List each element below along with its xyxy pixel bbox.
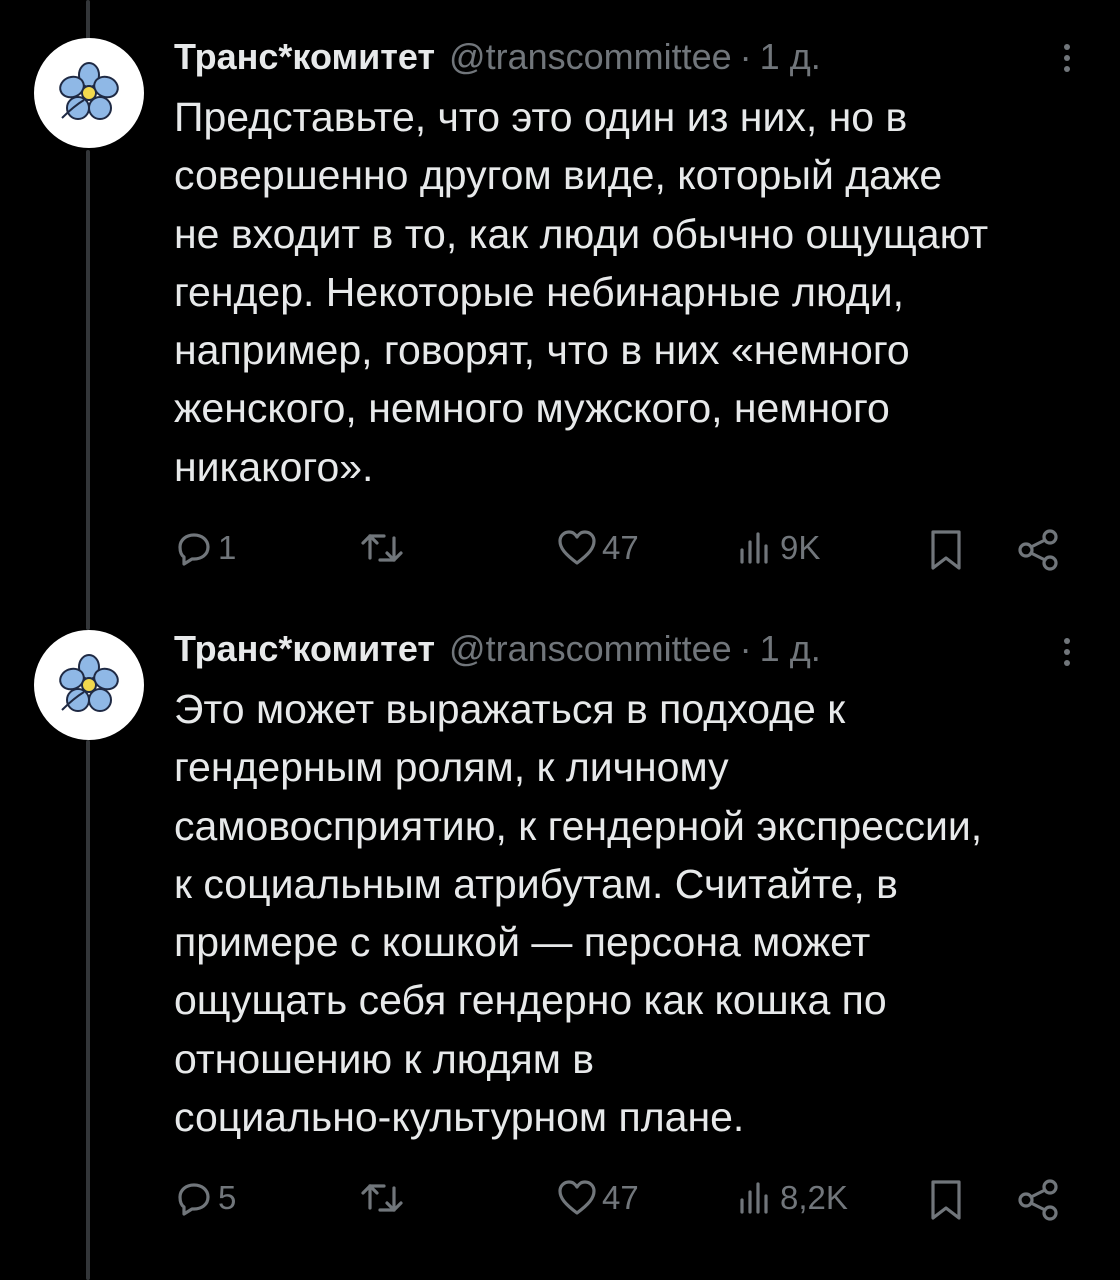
tweet-header: Транс*комитет @transcommittee · 1 д. — [174, 32, 821, 82]
reply-count: 1 — [218, 529, 237, 566]
bookmark-button[interactable] — [928, 1178, 964, 1222]
retweet-button[interactable] — [358, 1178, 406, 1218]
share-icon — [1018, 1179, 1058, 1221]
tweet-text: Представьте, что это один из них, но в с… — [174, 94, 989, 490]
reply-button[interactable]: 5 — [174, 1178, 236, 1218]
tweet-text: Это может выражаться в подходе к гендерн… — [174, 686, 983, 1141]
tweet[interactable]: Транс*комитет @transcommittee · 1 д. Пре… — [0, 0, 1120, 600]
views-button[interactable]: 9K — [736, 528, 820, 568]
forget-me-not-flower-icon — [59, 654, 119, 712]
author-handle[interactable]: @transcommittee — [449, 36, 732, 78]
retweet-icon — [361, 1184, 403, 1212]
tweet-header: Транс*комитет @transcommittee · 1 д. — [174, 624, 821, 674]
share-button[interactable] — [1014, 1178, 1062, 1222]
heart-icon — [558, 1180, 596, 1215]
forget-me-not-flower-icon — [59, 62, 119, 120]
like-count: 47 — [602, 1179, 639, 1216]
views-button[interactable]: 8,2K — [736, 1178, 848, 1218]
timestamp[interactable]: 1 д. — [760, 628, 821, 670]
like-count: 47 — [602, 529, 639, 566]
tweet[interactable]: Транс*комитет @transcommittee · 1 д. Это… — [0, 600, 1120, 1280]
share-icon — [1018, 529, 1058, 571]
views-count: 9K — [780, 529, 821, 566]
separator: · — [739, 628, 752, 669]
author-name[interactable]: Транс*комитет — [174, 628, 435, 670]
bookmark-icon — [931, 1180, 961, 1220]
more-options-button[interactable] — [1052, 630, 1082, 674]
views-count: 8,2K — [780, 1179, 848, 1216]
tweet-actions: 5 47 8,2K — [0, 1170, 1120, 1230]
timestamp[interactable]: 1 д. — [760, 36, 821, 78]
reply-icon — [178, 1183, 210, 1216]
reply-count: 5 — [218, 1179, 237, 1216]
avatar[interactable] — [34, 38, 144, 148]
like-button[interactable]: 47 — [556, 1178, 639, 1218]
views-chart-icon — [740, 532, 768, 564]
reply-button[interactable]: 1 — [174, 528, 236, 568]
share-button[interactable] — [1014, 528, 1062, 572]
views-chart-icon — [740, 1182, 768, 1214]
retweet-icon — [361, 534, 403, 562]
bookmark-icon — [931, 530, 961, 570]
more-options-button[interactable] — [1052, 36, 1082, 80]
retweet-button[interactable] — [358, 528, 406, 568]
author-handle[interactable]: @transcommittee — [449, 628, 732, 670]
heart-icon — [558, 530, 596, 565]
like-button[interactable]: 47 — [556, 528, 639, 568]
author-name[interactable]: Транс*комитет — [174, 36, 435, 78]
tweet-actions: 1 47 9K — [0, 520, 1120, 580]
bookmark-button[interactable] — [928, 528, 964, 572]
avatar[interactable] — [34, 630, 144, 740]
reply-icon — [178, 533, 210, 566]
separator: · — [739, 36, 752, 77]
